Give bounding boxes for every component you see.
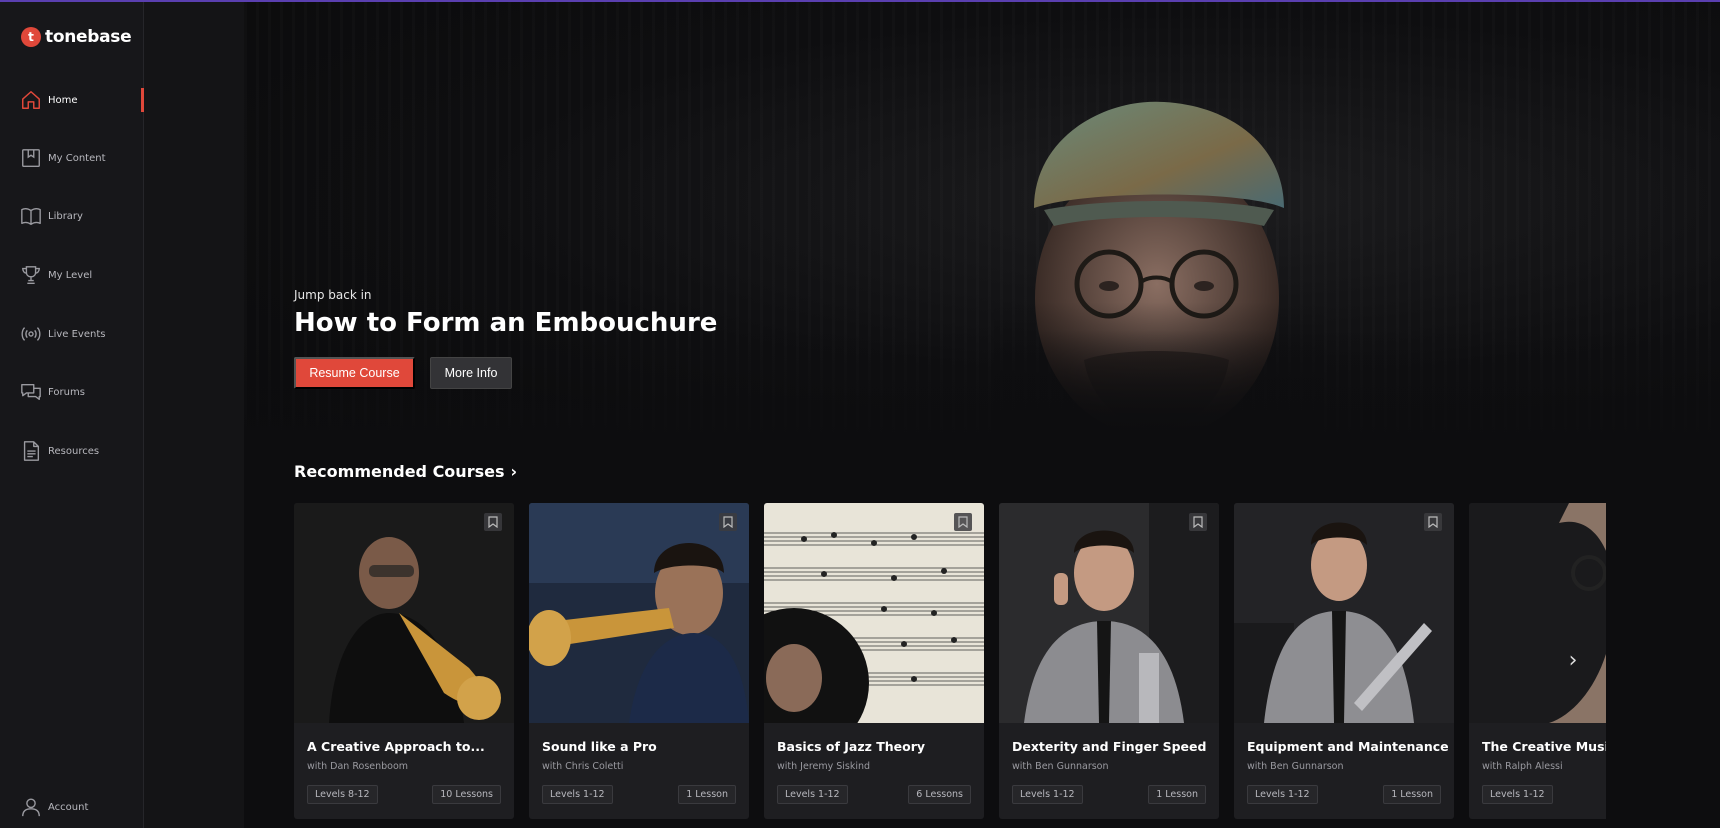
level-badge: Levels 1-12 xyxy=(1247,785,1318,804)
bookmark-icon[interactable] xyxy=(1424,513,1442,531)
lessons-badge: 1 Lesson xyxy=(1148,785,1206,804)
lessons-badge: 10 Lessons xyxy=(432,785,501,804)
lessons-badge: 1 Lesson xyxy=(1383,785,1441,804)
sidebar-item-label: Home xyxy=(48,94,78,106)
course-card[interactable]: Dexterity and Finger Speed with Ben Gunn… xyxy=(999,503,1219,819)
sidebar-item-label: Forums xyxy=(48,386,85,398)
bookmark-icon[interactable] xyxy=(1189,513,1207,531)
top-accent-line xyxy=(0,0,1720,2)
account-button[interactable]: Account xyxy=(20,796,88,818)
course-thumbnail xyxy=(1234,503,1454,723)
sidebar-item-label: Live Events xyxy=(48,328,106,340)
sidebar-item-home[interactable]: Home xyxy=(0,84,144,116)
chat-bubbles-icon xyxy=(21,383,41,401)
bookmark-book-icon xyxy=(22,149,40,167)
level-badge: Levels 1-12 xyxy=(1482,785,1553,804)
tonebase-logo-icon: t xyxy=(21,27,41,47)
user-icon xyxy=(22,798,40,817)
course-instructor: with Jeremy Siskind xyxy=(777,761,871,772)
sidebar-item-label: Resources xyxy=(48,445,100,457)
sidebar-item-library[interactable]: Library xyxy=(0,200,144,232)
level-badge: Levels 8-12 xyxy=(307,785,378,804)
sidebar-item-my-content[interactable]: My Content xyxy=(0,142,144,174)
document-icon xyxy=(23,441,40,461)
level-badge: Levels 1-12 xyxy=(542,785,613,804)
sidebar-item-label: My Level xyxy=(48,269,93,281)
course-instructor: with Chris Coletti xyxy=(542,761,624,772)
course-carousel: A Creative Approach to... with Dan Rosen… xyxy=(294,503,1606,828)
sidebar-item-my-level[interactable]: My Level xyxy=(0,259,144,291)
course-card[interactable]: Equipment and Maintenance with Ben Gunna… xyxy=(1234,503,1454,819)
course-title: Dexterity and Finger Speed xyxy=(1012,739,1207,754)
course-instructor: with Ben Gunnarson xyxy=(1012,761,1109,772)
level-badge: Levels 1-12 xyxy=(777,785,848,804)
course-title: A Creative Approach to... xyxy=(307,739,485,754)
course-instructor: with Ben Gunnarson xyxy=(1247,761,1344,772)
course-instructor: with Dan Rosenboom xyxy=(307,761,409,772)
hero-title: How to Form an Embouchure xyxy=(294,308,718,338)
course-card[interactable]: Sound like a Pro with Chris Coletti Leve… xyxy=(529,503,749,819)
course-card[interactable]: The Creative Musicia with Ralph Alessi L… xyxy=(1469,503,1606,819)
broadcast-icon xyxy=(21,327,41,341)
brand-name: tonebase xyxy=(45,27,132,47)
course-title: The Creative Musicia xyxy=(1482,739,1606,754)
course-thumbnail xyxy=(1469,503,1606,723)
bookmark-icon[interactable] xyxy=(954,513,972,531)
sidebar-item-label: My Content xyxy=(48,152,106,164)
course-title: Sound like a Pro xyxy=(542,739,657,754)
recommended-courses-link[interactable]: Recommended Courses › xyxy=(294,462,517,481)
more-info-button[interactable]: More Info xyxy=(430,357,512,389)
level-badge: Levels 1-12 xyxy=(1012,785,1083,804)
carousel-next-button[interactable]: › xyxy=(1563,640,1583,680)
sidebar-item-forums[interactable]: Forums xyxy=(0,376,144,408)
course-title: Equipment and Maintenance xyxy=(1247,739,1449,754)
course-thumbnail xyxy=(764,503,984,723)
section-title: Recommended Courses xyxy=(294,462,505,481)
account-label: Account xyxy=(48,801,89,813)
course-instructor: with Ralph Alessi xyxy=(1482,761,1563,772)
course-thumbnail xyxy=(999,503,1219,723)
course-card[interactable]: Basics of Jazz Theory with Jeremy Siskin… xyxy=(764,503,984,819)
home-icon xyxy=(22,91,40,109)
chevron-right-icon: › xyxy=(510,462,518,481)
course-title: Basics of Jazz Theory xyxy=(777,739,926,754)
sidebar-item-label: Library xyxy=(48,210,83,222)
sidebar-gutter xyxy=(144,0,244,828)
sidebar-item-live-events[interactable]: Live Events xyxy=(0,318,144,350)
main-content: Jump back in How to Form an Embouchure R… xyxy=(244,0,1720,828)
bookmark-icon[interactable] xyxy=(719,513,737,531)
bookmark-icon[interactable] xyxy=(484,513,502,531)
sidebar: t tonebase Home My Content Library My Le… xyxy=(0,0,144,828)
course-thumbnail xyxy=(294,503,514,723)
course-thumbnail xyxy=(529,503,749,723)
chevron-right-icon: › xyxy=(1568,647,1578,673)
trophy-icon xyxy=(22,266,40,284)
sidebar-item-resources[interactable]: Resources xyxy=(0,435,144,467)
hero-eyebrow: Jump back in xyxy=(294,288,372,302)
tonebase-logo[interactable]: t tonebase xyxy=(21,27,132,47)
resume-course-button[interactable]: Resume Course xyxy=(294,357,415,389)
lessons-badge: 1 Lesson xyxy=(678,785,736,804)
hero-banner: Jump back in How to Form an Embouchure R… xyxy=(244,0,1720,440)
course-card[interactable]: A Creative Approach to... with Dan Rosen… xyxy=(294,503,514,819)
book-open-icon xyxy=(21,207,41,225)
lessons-badge: 6 Lessons xyxy=(908,785,971,804)
